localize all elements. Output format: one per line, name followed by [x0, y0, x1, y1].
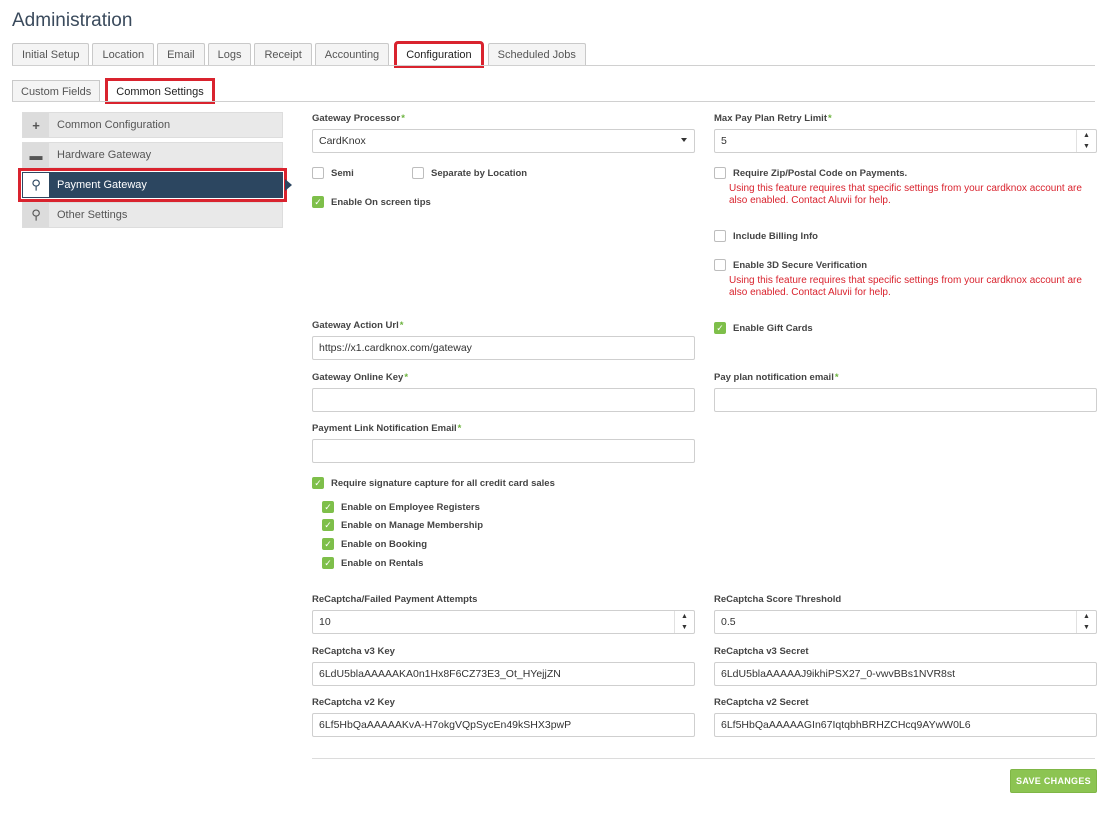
tab-configuration[interactable]: Configuration	[394, 41, 484, 68]
recaptcha-v2-secret-input[interactable]: 6Lf5HbQaAAAAAGIn67IqtqbhBRHZCHcq9AYwW0L6	[714, 713, 1097, 737]
recaptcha-v2-key-label: ReCaptcha v2 Key	[312, 697, 395, 708]
tab-logs[interactable]: Logs	[207, 43, 252, 66]
settings-menu: + Common Configuration ▬ Hardware Gatewa…	[18, 112, 292, 232]
sig-employee-checkbox[interactable]: ✓ Enable on Employee Registers	[322, 501, 480, 513]
chevron-down-icon	[681, 138, 687, 142]
onscreen-tips-checkbox[interactable]: ✓ Enable On screen tips	[312, 196, 431, 208]
menu-item-label: Other Settings	[57, 209, 128, 221]
gateway-action-url-label: Gateway Action Url*	[312, 320, 404, 331]
checkbox-box[interactable]	[714, 167, 726, 179]
recaptcha-v2-secret-label: ReCaptcha v2 Secret	[714, 697, 809, 708]
check-icon[interactable]: ✓	[312, 477, 324, 489]
page-title: Administration	[12, 10, 133, 31]
pay-plan-email-input[interactable]	[714, 388, 1097, 412]
recaptcha-v2-key-input[interactable]: 6Lf5HbQaAAAAAKvA-H7okgVQpSycEn49kSHX3pwP	[312, 713, 695, 737]
menu-item-common-configuration[interactable]: + Common Configuration	[22, 112, 283, 138]
tabs-divider	[12, 65, 1095, 66]
spinner-arrows-icon[interactable]: ▲ ▼	[674, 611, 694, 633]
recaptcha-attempts-label: ReCaptcha/Failed Payment Attempts	[312, 594, 478, 605]
payment-link-email-label: Payment Link Notification Email*	[312, 423, 462, 434]
sig-booking-checkbox[interactable]: ✓ Enable on Booking	[322, 538, 427, 550]
gateway-processor-select[interactable]: CardKnox	[312, 129, 695, 153]
recaptcha-attempts-stepper[interactable]: 10 ▲ ▼	[312, 610, 695, 634]
sig-rentals-checkbox[interactable]: ✓ Enable on Rentals	[322, 557, 423, 569]
spinner-arrows-icon[interactable]: ▲ ▼	[1076, 130, 1096, 152]
checkbox-box[interactable]	[412, 167, 424, 179]
gateway-online-key-label: Gateway Online Key*	[312, 372, 409, 383]
check-icon[interactable]: ✓	[312, 196, 324, 208]
card-icon: ▬	[23, 143, 49, 167]
menu-item-other-settings[interactable]: ⚲ Other Settings	[22, 202, 283, 228]
semi-checkbox[interactable]: Semi	[312, 167, 354, 179]
gift-cards-checkbox[interactable]: ✓ Enable Gift Cards	[714, 322, 813, 334]
payment-link-email-input[interactable]	[312, 439, 695, 463]
tab-location[interactable]: Location	[92, 43, 155, 66]
max-retry-label: Max Pay Plan Retry Limit*	[714, 113, 832, 124]
pay-plan-email-label: Pay plan notification email*	[714, 372, 839, 383]
tab-accounting[interactable]: Accounting	[314, 43, 390, 66]
form-divider	[312, 758, 1095, 759]
recaptcha-v3-key-label: ReCaptcha v3 Key	[312, 646, 395, 657]
check-icon[interactable]: ✓	[322, 538, 334, 550]
main-tabs: Initial Setup Location Email Logs Receip…	[12, 41, 1105, 68]
menu-item-label: Hardware Gateway	[57, 149, 152, 161]
cardknox-warning: Using this feature requires that specifi…	[729, 275, 1082, 298]
recaptcha-threshold-label: ReCaptcha Score Threshold	[714, 594, 842, 605]
recaptcha-v3-key-input[interactable]: 6LdU5blaAAAAAKA0n1Hx8F6CZ73E3_Ot_HYejjZN	[312, 662, 695, 686]
billing-info-checkbox[interactable]: Include Billing Info	[714, 230, 818, 242]
tab-receipt[interactable]: Receipt	[254, 43, 312, 66]
require-zip-checkbox[interactable]: Require Zip/Postal Code on Payments.	[714, 167, 907, 179]
subtab-common-settings[interactable]: Common Settings	[105, 78, 215, 104]
sig-membership-checkbox[interactable]: ✓ Enable on Manage Membership	[322, 519, 483, 531]
subtab-custom-fields[interactable]: Custom Fields	[12, 80, 101, 102]
menu-item-label: Common Configuration	[57, 119, 171, 131]
save-changes-button[interactable]: SAVE CHANGES	[1010, 769, 1097, 793]
subtabs-divider	[12, 101, 1095, 102]
checkbox-box[interactable]	[312, 167, 324, 179]
menu-item-payment-gateway[interactable]: ⚲ Payment Gateway	[18, 168, 292, 202]
search-icon: ⚲	[23, 173, 49, 197]
separate-location-checkbox[interactable]: Separate by Location	[412, 167, 527, 179]
check-icon[interactable]: ✓	[714, 322, 726, 334]
search-icon: ⚲	[23, 203, 49, 227]
gateway-action-url-input[interactable]: https://x1.cardknox.com/gateway	[312, 336, 695, 360]
gateway-processor-label: Gateway Processor*	[312, 113, 405, 124]
checkbox-box[interactable]	[714, 259, 726, 271]
checkbox-box[interactable]	[714, 230, 726, 242]
spinner-arrows-icon[interactable]: ▲ ▼	[1076, 611, 1096, 633]
require-signature-checkbox[interactable]: ✓ Require signature capture for all credi…	[312, 477, 555, 489]
cardknox-warning: Using this feature requires that specifi…	[729, 183, 1082, 206]
tab-scheduled-jobs[interactable]: Scheduled Jobs	[487, 43, 586, 66]
menu-item-hardware-gateway[interactable]: ▬ Hardware Gateway	[22, 142, 283, 168]
tab-initial-setup[interactable]: Initial Setup	[12, 43, 90, 66]
sub-tabs: Custom Fields Common Settings	[12, 78, 215, 104]
menu-item-label: Payment Gateway	[57, 179, 147, 191]
gateway-online-key-input[interactable]	[312, 388, 695, 412]
check-icon[interactable]: ✓	[322, 557, 334, 569]
check-icon[interactable]: ✓	[322, 519, 334, 531]
plus-icon: +	[23, 113, 49, 137]
secure3d-checkbox[interactable]: Enable 3D Secure Verification	[714, 259, 867, 271]
recaptcha-v3-secret-label: ReCaptcha v3 Secret	[714, 646, 809, 657]
max-retry-stepper[interactable]: 5 ▲ ▼	[714, 129, 1097, 153]
check-icon[interactable]: ✓	[322, 501, 334, 513]
recaptcha-v3-secret-input[interactable]: 6LdU5blaAAAAAJ9ikhiPSX27_0-vwvBBs1NVR8st	[714, 662, 1097, 686]
recaptcha-threshold-stepper[interactable]: 0.5 ▲ ▼	[714, 610, 1097, 634]
tab-email[interactable]: Email	[157, 43, 205, 66]
